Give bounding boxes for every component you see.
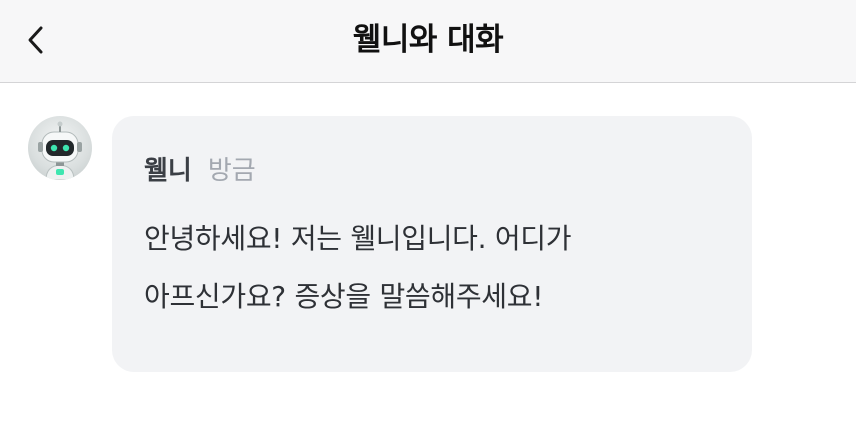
message-time: 방금 [207, 156, 256, 186]
message-meta: 웰니 방금 [144, 150, 256, 186]
message-line: 아프신가요? 증상을 말씀해주세요! [144, 280, 544, 313]
page-title: 웰니와 대화 [352, 22, 504, 58]
chat-screen: 웰니와 대화 웰니 방금 안녕하세요! 저는 웰니입니다. 어디가 아프신가요?… [0, 0, 856, 424]
message-line: 안녕하세요! 저는 웰니입니다. 어디가 [144, 222, 572, 255]
message-text: 안녕하세요! 저는 웰니입니다. 어디가 아프신가요? 증상을 말씀해주세요! [144, 210, 724, 326]
robot-avatar-icon [38, 121, 82, 180]
message-bubble: 웰니 방금 안녕하세요! 저는 웰니입니다. 어디가 아프신가요? 증상을 말씀… [112, 116, 752, 372]
sender-name: 웰니 [144, 156, 192, 186]
avatar [28, 116, 92, 180]
top-bar: 웰니와 대화 [0, 0, 856, 83]
